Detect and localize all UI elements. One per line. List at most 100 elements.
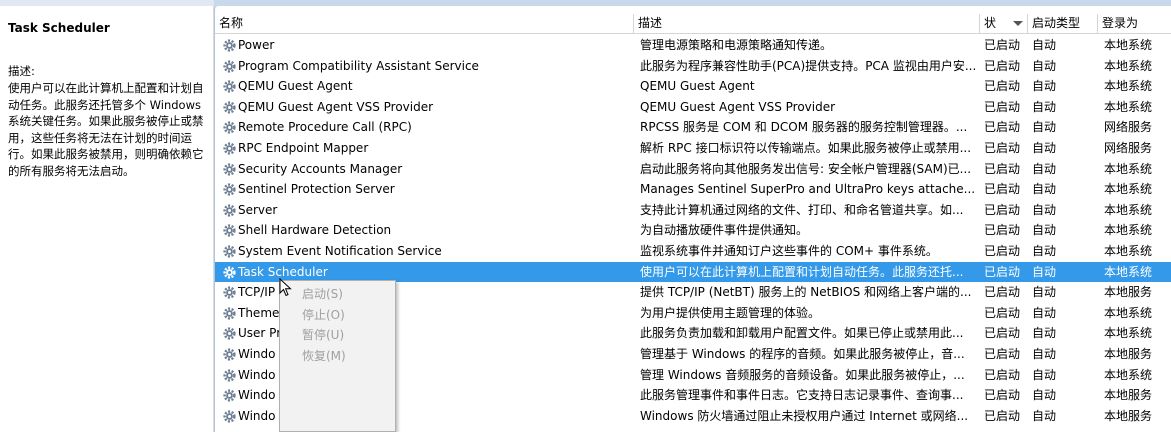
service-description: 启动此服务将向其他服务发出信号: 安全帐户管理器(SAM)已... — [640, 161, 972, 176]
service-status: 已启动 — [984, 285, 1021, 300]
context-menu: 启动(S) 停止(O) 暂停(U) 恢复(M) — [279, 280, 396, 432]
service-status: 已启动 — [984, 120, 1021, 135]
service-description: 使用户可以在此计算机上配置和计划自动任务。此服务还托... — [640, 264, 964, 279]
service-row[interactable]: QEMU Guest Agent VSS Provider QEMU Guest … — [215, 97, 1171, 118]
service-name: RPC Endpoint Mapper — [238, 140, 369, 155]
service-description: 此服务管理事件和事件日志。它支持日志记录事件、查询事... — [640, 388, 964, 403]
column-header-status-label: 状 — [984, 16, 997, 30]
column-header-name-label: 名称 — [219, 16, 244, 30]
service-description: Windows 防火墙通过阻止未授权用户通过 Internet 或网络... — [640, 408, 969, 423]
service-gear-icon — [223, 286, 236, 299]
service-name: Power — [238, 38, 275, 52]
service-logon-as: 本地系统 — [1104, 79, 1153, 94]
service-row[interactable]: RPC Endpoint Mapper 解析 RPC 接口标识符以传输端点。如果此… — [215, 138, 1171, 159]
service-status: 已启动 — [984, 202, 1021, 217]
service-logon-as: 本地系统 — [1104, 223, 1153, 238]
service-description: 管理基于 Windows 的程序的音频。如果此服务被停止，音... — [640, 346, 965, 361]
service-row[interactable]: Security Accounts Manager 启动此服务将向其他服务发出信号… — [215, 159, 1171, 180]
service-name: Program Compatibility Assistant Service — [238, 58, 479, 73]
service-name: Server — [238, 202, 278, 217]
service-name-cell: Power — [218, 35, 632, 56]
service-status: 已启动 — [984, 58, 1021, 73]
service-description: RPCSS 服务是 COM 和 DCOM 服务器的服务控制管理器。... — [640, 120, 968, 135]
service-name: Windo — [238, 346, 276, 361]
service-gear-icon — [223, 60, 236, 73]
service-logon-as: 本地系统 — [1104, 243, 1153, 258]
column-header-logon-as[interactable]: 登录为 — [1098, 14, 1171, 34]
service-gear-icon — [223, 142, 236, 155]
service-startup-type: 自动 — [1032, 79, 1057, 94]
service-description: 为用户提供使用主题管理的体验。 — [640, 305, 821, 320]
service-gear-icon — [223, 327, 236, 340]
service-gear-icon — [223, 368, 236, 382]
column-header-startup-label: 启动类型 — [1032, 16, 1081, 30]
service-status: 已启动 — [984, 243, 1021, 258]
service-description: 解析 RPC 接口标识符以传输端点。如果此服务被停止或禁用... — [640, 140, 972, 155]
service-logon-as: 本地系统 — [1104, 58, 1153, 73]
service-gear-icon — [223, 348, 236, 361]
column-header-status[interactable]: 状 — [980, 14, 1028, 34]
service-row[interactable]: QEMU Guest Agent QEMU Guest Agent 已启动 自动 本地系… — [215, 76, 1171, 97]
service-name: Task Scheduler — [238, 264, 328, 279]
service-status: 已启动 — [984, 388, 1021, 403]
service-startup-type: 自动 — [1032, 223, 1057, 238]
service-name: User Pr — [238, 326, 282, 341]
service-description: 提供 TCP/IP (NetBT) 服务上的 NetBIOS 和网络上客户端的.… — [640, 285, 972, 300]
context-menu-item[interactable]: 停止(O) — [280, 305, 395, 325]
sort-down-icon — [1013, 21, 1023, 26]
service-status: 已启动 — [984, 140, 1021, 155]
description-pane: Task Scheduler 描述: 使用户可以在此计算机上配置和计划自动任务。… — [0, 0, 214, 432]
service-logon-as: 本地服务 — [1104, 346, 1153, 361]
service-logon-as: 本地系统 — [1104, 99, 1153, 114]
service-gear-icon — [223, 265, 236, 279]
service-status: 已启动 — [984, 408, 1021, 423]
service-row[interactable]: Shell Hardware Detection 为自动播放硬件事件提供通知。 已启… — [215, 220, 1171, 241]
column-header-name[interactable]: 名称 — [215, 14, 634, 34]
service-status: 已启动 — [984, 161, 1021, 176]
context-menu-item[interactable]: 启动(S) — [280, 284, 395, 304]
service-row[interactable]: Sentinel Protection Server Manages Sentin… — [215, 179, 1171, 200]
column-header-description[interactable]: 描述 — [634, 14, 980, 34]
service-row[interactable]: Server 支持此计算机通过网络的文件、打印、和命名管道共享。如... 已启动 自动… — [215, 200, 1171, 221]
service-row[interactable]: Program Compatibility Assistant Service 此… — [215, 56, 1171, 77]
service-status: 已启动 — [984, 223, 1021, 238]
service-name-cell: Server — [218, 200, 632, 221]
service-description-text: 使用户可以在此计算机上配置和计划自动任务。此服务还托管多个 Windows 系统… — [8, 81, 204, 178]
service-startup-type: 自动 — [1032, 161, 1057, 176]
service-status: 已启动 — [984, 367, 1021, 382]
service-description: 管理 Windows 音频服务的音频设备。如果此服务被停止，... — [640, 367, 965, 382]
service-startup-type: 自动 — [1032, 326, 1057, 341]
service-gear-icon — [223, 183, 236, 196]
service-startup-type: 自动 — [1032, 243, 1057, 258]
service-startup-type: 自动 — [1032, 38, 1057, 52]
service-startup-type: 自动 — [1032, 285, 1057, 300]
service-description: 为自动播放硬件事件提供通知。 — [640, 223, 809, 238]
column-header-description-label: 描述 — [638, 16, 663, 30]
service-startup-type: 自动 — [1032, 388, 1057, 403]
service-row[interactable]: System Event Notification Service 监视系统事件并… — [215, 241, 1171, 262]
service-name-cell: Remote Procedure Call (RPC) — [218, 117, 632, 138]
service-startup-type: 自动 — [1032, 346, 1057, 361]
service-startup-type: 自动 — [1032, 202, 1057, 217]
column-header-startup-type[interactable]: 启动类型 — [1028, 14, 1098, 34]
service-name-cell: Security Accounts Manager — [218, 159, 632, 180]
service-name-cell: Sentinel Protection Server — [218, 179, 632, 200]
service-gear-icon — [223, 101, 236, 114]
service-startup-type: 自动 — [1032, 408, 1057, 423]
service-logon-as: 网络服务 — [1104, 120, 1153, 135]
service-row[interactable]: Power 管理电源策略和电源策略通知传递。 已启动 自动 本地系统 — [215, 35, 1171, 56]
service-name: Sentinel Protection Server — [238, 182, 395, 197]
service-logon-as: 本地系统 — [1104, 326, 1153, 341]
service-name: Windo — [238, 388, 276, 403]
service-row[interactable]: Remote Procedure Call (RPC) RPCSS 服务是 COM… — [215, 117, 1171, 138]
service-status: 已启动 — [984, 38, 1021, 52]
service-name: Windo — [238, 408, 276, 423]
service-name-cell: Shell Hardware Detection — [218, 220, 632, 241]
context-menu-item[interactable]: 暂停(U) — [280, 325, 395, 345]
service-startup-type: 自动 — [1032, 99, 1057, 114]
service-name: QEMU Guest Agent — [238, 79, 353, 94]
service-name-cell: RPC Endpoint Mapper — [218, 138, 632, 159]
context-menu-item[interactable]: 恢复(M) — [280, 346, 395, 366]
service-gear-icon — [223, 224, 236, 237]
service-startup-type: 自动 — [1032, 367, 1057, 382]
